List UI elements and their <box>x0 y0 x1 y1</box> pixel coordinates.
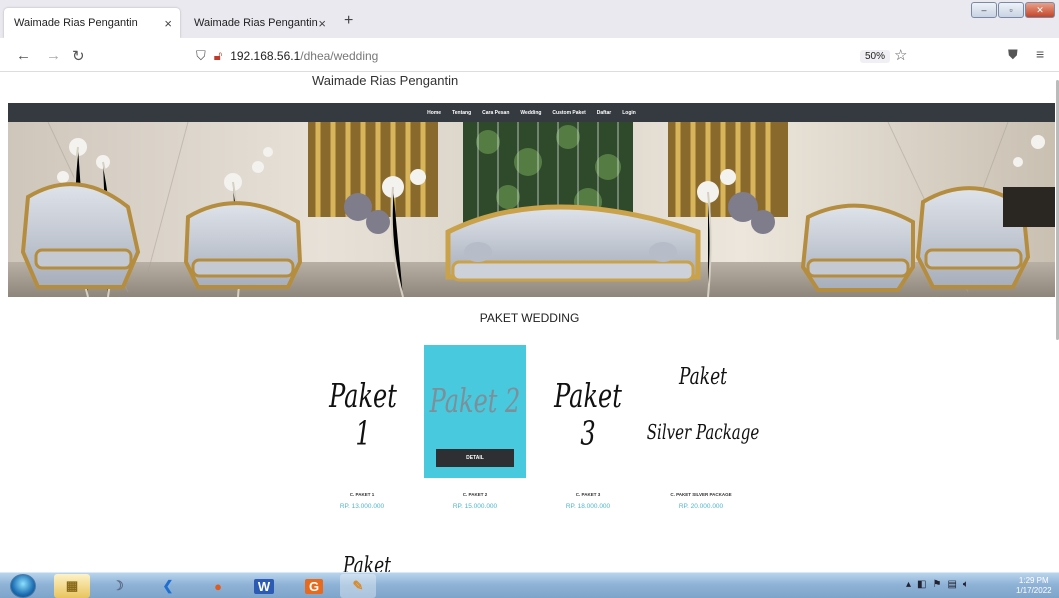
package-card-1[interactable]: Paket 1 <box>318 345 408 478</box>
url-host: 192.168.56.1 <box>230 49 301 63</box>
url-path: /dhea/wedding <box>300 49 379 63</box>
system-tray: ▴ ◧ ⚑ ▤ 🔈︎ <box>906 579 969 590</box>
clock-date: 1/17/2022 <box>1016 586 1052 595</box>
tab-label: Waimade Rias Pengantin <box>14 17 138 29</box>
package-image-title: Paket <box>678 363 727 391</box>
package-image-title: Paket 3 <box>554 377 622 453</box>
pocket-icon[interactable]: ⛊ <box>1008 47 1018 63</box>
site-nav: Home Tentang Cara Pesan Wedding Custom P… <box>8 103 1055 122</box>
tab-close-icon[interactable]: × <box>318 16 326 31</box>
address-bar[interactable]: ⛉ 🔓︎ 192.168.56.1 /dhea/wedding <box>196 45 936 67</box>
nav-login[interactable]: Login <box>622 110 636 116</box>
insecure-lock-icon[interactable]: 🔓︎ <box>214 48 222 64</box>
paint-icon[interactable]: ✎ <box>340 574 376 598</box>
bookmark-star-icon[interactable]: ☆ <box>894 46 907 64</box>
browser-toolbar: ← → ↻ ⛉ 🔓︎ 192.168.56.1 /dhea/wedding 50… <box>0 38 1059 72</box>
nav-cara-pesan[interactable]: Cara Pesan <box>482 110 509 116</box>
reload-icon[interactable]: ↻ <box>72 47 85 65</box>
tab-label: Waimade Rias Pengantin <box>194 17 318 29</box>
package-name: C. PAKET 3 <box>575 492 601 497</box>
package-name: C. PAKET 2 <box>462 492 488 497</box>
browser-tab-bar: Waimade Rias Pengantin × Waimade Rias Pe… <box>0 0 1059 38</box>
package-image-title: Paket 1 <box>329 377 397 453</box>
vscode-icon[interactable]: ❮ <box>150 574 186 598</box>
package-price: RP. 13.000.000 <box>339 503 385 510</box>
package-image-subtitle: Silver Package <box>646 419 760 445</box>
start-button[interactable] <box>10 574 36 598</box>
section-title: PAKET WEDDING <box>479 311 580 325</box>
package-name: C. PAKET 1 <box>349 492 375 497</box>
network-icon[interactable]: ▤ <box>947 579 956 590</box>
back-arrow-icon[interactable]: ← <box>16 47 31 64</box>
new-tab-button[interactable]: + <box>344 12 353 30</box>
tab-active[interactable]: Waimade Rias Pengantin × <box>4 8 180 38</box>
nav-home[interactable]: Home <box>427 110 441 116</box>
package-card-3[interactable]: Paket 3 <box>543 345 633 478</box>
package-price: RP. 20.000.000 <box>678 503 724 510</box>
tray-app-icon[interactable]: ◧ <box>917 579 926 590</box>
tab-close-icon[interactable]: × <box>164 16 172 31</box>
nav-tentang[interactable]: Tentang <box>452 110 471 116</box>
word-icon[interactable]: W <box>246 574 282 598</box>
package-price: RP. 18.000.000 <box>565 503 611 510</box>
nav-custom-paket[interactable]: Custom Paket <box>552 110 585 116</box>
volume-icon[interactable]: 🔈︎ <box>963 579 969 590</box>
web-page: Waimade Rias Pengantin Home Tentang Cara… <box>0 72 1059 572</box>
package-price: RP. 15.000.000 <box>452 503 498 510</box>
app-icon[interactable]: ☽ <box>100 574 136 598</box>
detail-button[interactable]: DETAIL <box>436 449 514 467</box>
forward-arrow-icon[interactable]: → <box>46 47 61 64</box>
nav-wedding[interactable]: Wedding <box>520 110 541 116</box>
maximize-button[interactable]: ▫ <box>998 2 1024 18</box>
site-title: Waimade Rias Pengantin <box>312 73 459 88</box>
package-card-5[interactable]: Paket <box>322 550 412 573</box>
tray-expand-icon[interactable]: ▴ <box>906 579 911 590</box>
minimize-button[interactable]: – <box>971 2 997 18</box>
system-clock[interactable]: 1:29 PM 1/17/2022 <box>1016 576 1052 596</box>
window-controls: – ▫ ✕ <box>971 2 1055 18</box>
nav-daftar[interactable]: Daftar <box>597 110 611 116</box>
tab-inactive[interactable]: Waimade Rias Pengantin × <box>184 8 334 38</box>
package-image-title: Paket 2 <box>429 382 521 420</box>
office-icon[interactable]: G <box>296 574 332 598</box>
package-card-4[interactable]: Paket Silver Package <box>646 345 760 478</box>
hero-banner-image <box>8 122 1055 297</box>
hamburger-menu-icon[interactable]: ≡ <box>1036 46 1044 62</box>
zoom-level[interactable]: 50% <box>860 50 891 63</box>
shield-icon[interactable]: ⛉ <box>196 48 206 64</box>
explorer-icon[interactable]: ▦ <box>54 574 90 598</box>
package-card-2[interactable]: Paket 2 DETAIL <box>424 345 526 478</box>
package-name: C. PAKET SILVER PACKAGE <box>670 492 732 497</box>
windows-taskbar: ▦ ☽ ❮ ● W G ✎ ▴ ◧ ⚑ ▤ 🔈︎ 1:29 PM 1/17/20… <box>0 572 1059 598</box>
clock-time: 1:29 PM <box>1018 576 1049 585</box>
tray-flag-icon[interactable]: ⚑ <box>932 579 941 590</box>
package-image-title: Paket <box>342 552 391 573</box>
close-window-button[interactable]: ✕ <box>1025 2 1055 18</box>
firefox-icon[interactable]: ● <box>200 574 236 598</box>
